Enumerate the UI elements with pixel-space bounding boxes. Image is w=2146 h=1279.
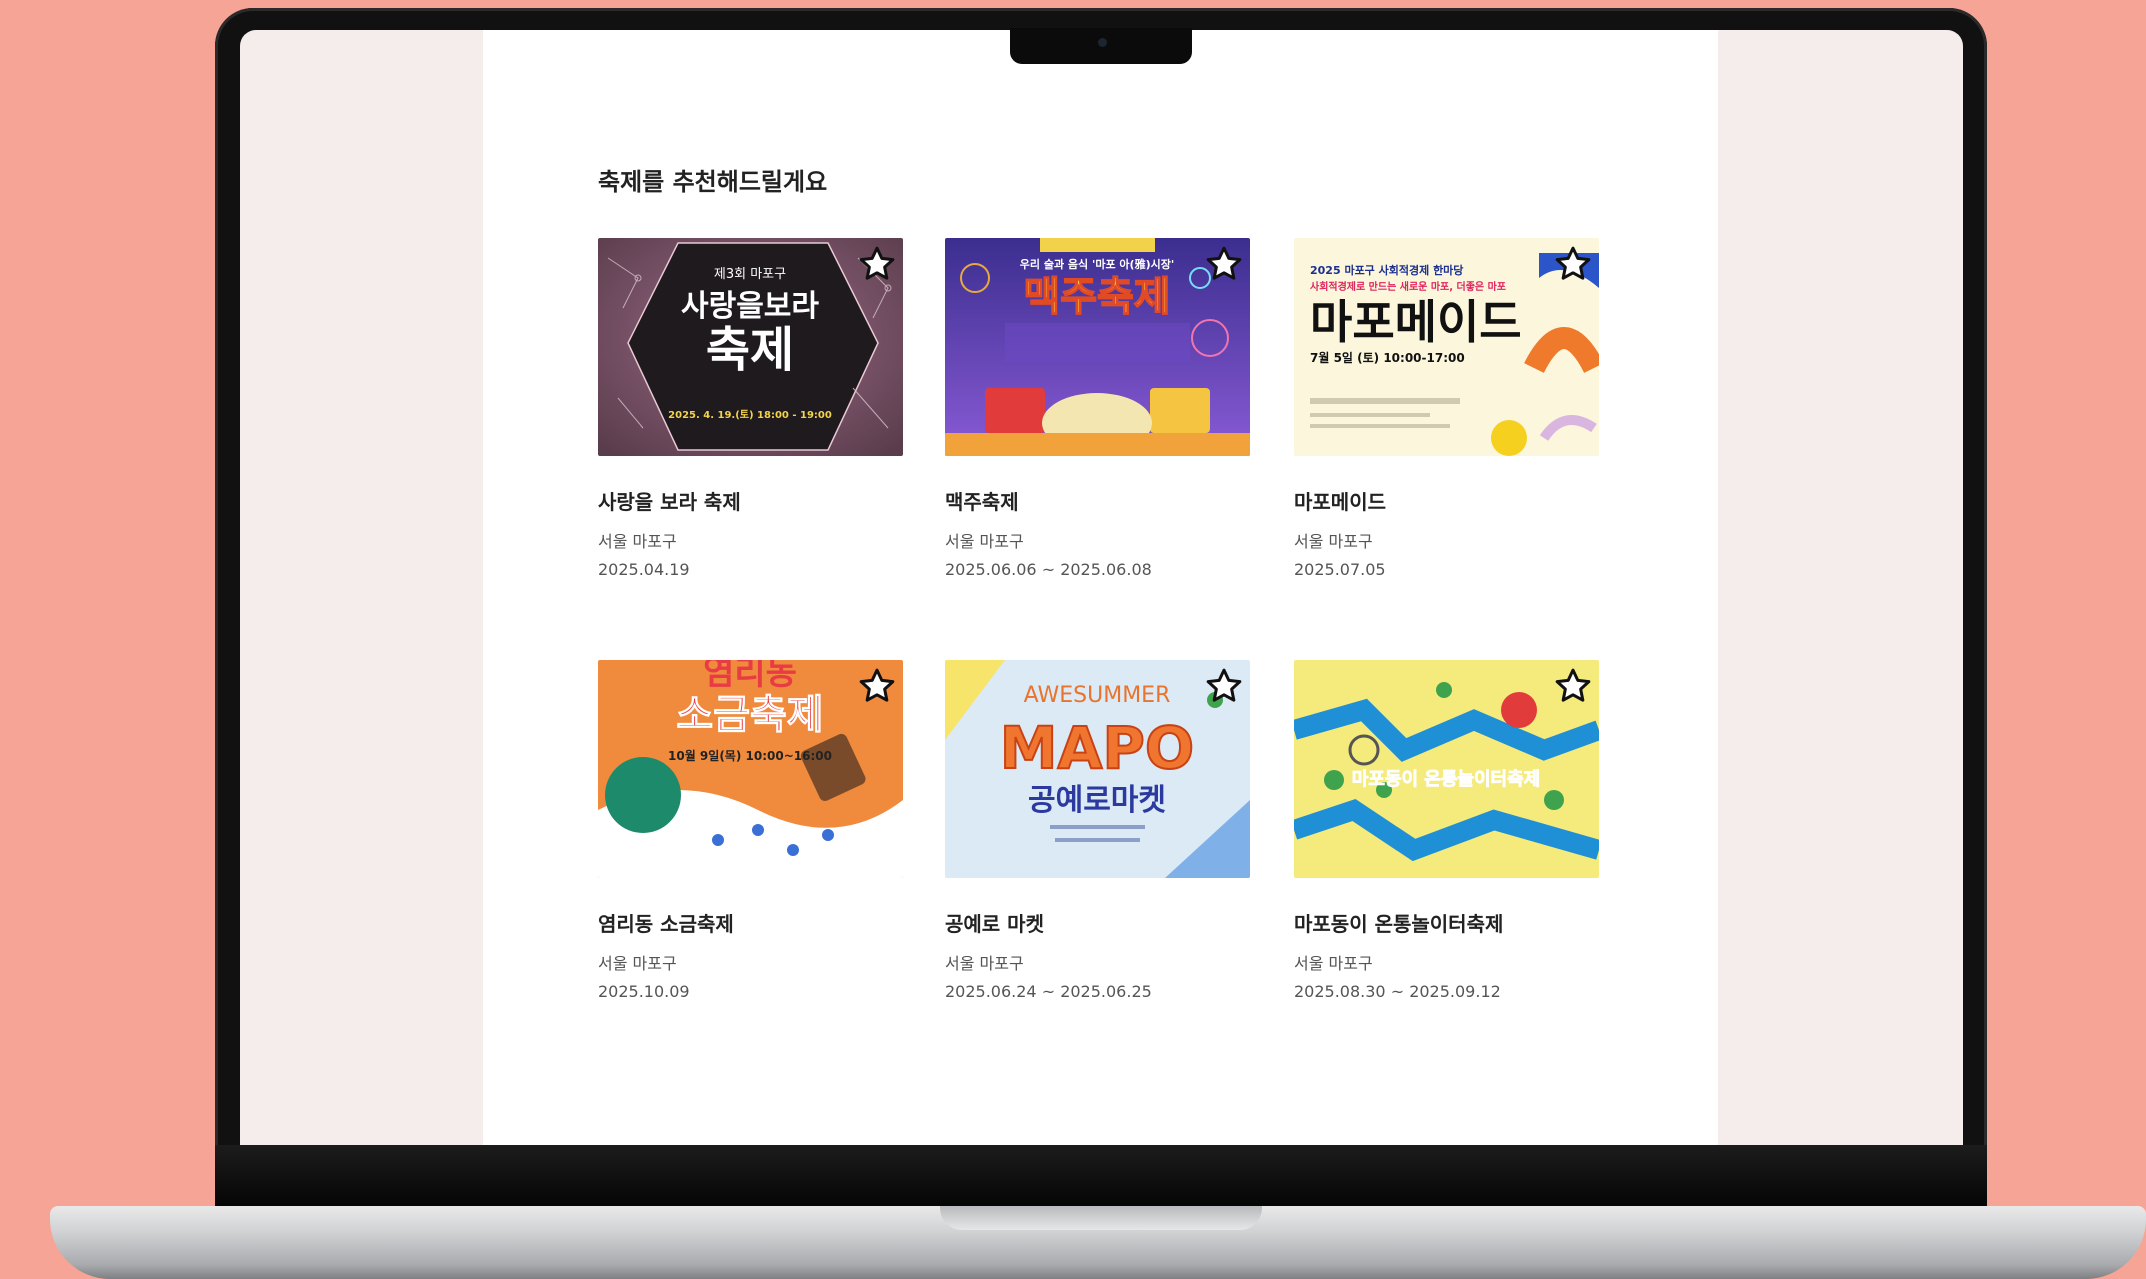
festival-location: 서울 마포구 [945,954,1024,973]
festival-name[interactable]: 공예로 마켓 [945,908,1044,937]
star-outline-icon[interactable] [1204,244,1244,284]
festival-name[interactable]: 맥주축제 [945,486,1019,515]
poster-text: 공예로마켓 [1028,783,1166,818]
festival-name[interactable]: 마포동이 온통놀이터축제 [1294,908,1503,937]
star-outline-icon[interactable] [1553,666,1593,706]
star-outline-icon[interactable] [1204,666,1244,706]
festival-poster[interactable]: AWESUMMER MAPO 공예로마켓 [945,660,1250,878]
poster-text: 마포동이 온통놀이터축제 [1352,769,1540,790]
section-title: 축제를 추천해드릴게요 [598,168,828,196]
star-outline-icon[interactable] [857,244,897,284]
poster-text: 2025 마포구 사회적경제 한마당 [1310,263,1463,277]
festival-card[interactable]: 제3회 마포구 사랑을보라 축제 2025. 4. 19.(토) 18:00 -… [598,238,903,598]
laptop-trackpad-lip [940,1206,1262,1230]
festival-poster[interactable]: 우리 술과 음식 '마포 아(雅)시장' 맥주축제 [945,238,1250,456]
laptop-screen: 축제를 추천해드릴게요 제3회 마포구 사랑을보라 축제 2025. 4. 19… [240,30,1963,1145]
festival-name[interactable]: 염리동 소금축제 [598,908,734,937]
festival-card[interactable]: 우리 술과 음식 '마포 아(雅)시장' 맥주축제 맥주축제 서울 마포구 20… [945,238,1250,598]
festival-date: 2025.10.09 [598,982,690,1001]
laptop-notch [1010,28,1192,64]
festival-name[interactable]: 마포메이드 [1294,486,1386,515]
festival-card[interactable]: AWESUMMER MAPO 공예로마켓 공예로 마켓 서울 마포구 2025.… [945,660,1250,1020]
poster-text: 제3회 마포구 [714,267,786,282]
poster-text: 축제 [706,322,794,378]
star-outline-icon[interactable] [1553,244,1593,284]
poster-text: AWESUMMER [1024,683,1171,708]
festival-location: 서울 마포구 [1294,532,1373,551]
festival-location: 서울 마포구 [598,954,677,973]
camera-icon [1098,38,1107,47]
poster-text: 7월 5일 (토) 10:00-17:00 [1310,350,1465,365]
festival-location: 서울 마포구 [945,532,1024,551]
festival-date: 2025.06.24 ~ 2025.06.25 [945,982,1152,1001]
festival-poster[interactable]: 2025 마포구 사회적경제 한마당 사회적경제로 만드는 새로운 마포, 더좋… [1294,238,1599,456]
poster-text: 사랑을보라 [681,289,819,324]
poster-text: 사회적경제로 만드는 새로운 마포, 더좋은 마포 [1310,280,1506,293]
festival-name[interactable]: 사랑을 보라 축제 [598,486,741,515]
poster-text: 10월 9일(목) 10:00~16:00 [668,748,832,763]
poster-text: 마포메이드 [1310,295,1522,349]
festival-card[interactable]: 마포동이 온통놀이터축제 마포동이 온통놀이터축제 서울 마포구 2025.08… [1294,660,1599,1020]
laptop-bezel-bottom [215,1145,1987,1207]
poster-text: 2025. 4. 19.(토) 18:00 - 19:00 [668,409,832,421]
poster-text: 염리동 [703,660,797,693]
festival-poster[interactable]: 마포동이 온통놀이터축제 [1294,660,1599,878]
festival-location: 서울 마포구 [1294,954,1373,973]
poster-text: MAPO [1000,714,1194,782]
poster-text: 소금축제 [676,692,823,738]
festival-poster[interactable]: 염리동 소금축제 10월 9일(목) 10:00~16:00 [598,660,903,878]
festival-recommendation-page: 축제를 추천해드릴게요 제3회 마포구 사랑을보라 축제 2025. 4. 19… [483,30,1718,1145]
festival-location: 서울 마포구 [598,532,677,551]
festival-card[interactable]: 2025 마포구 사회적경제 한마당 사회적경제로 만드는 새로운 마포, 더좋… [1294,238,1599,598]
festival-card[interactable]: 염리동 소금축제 10월 9일(목) 10:00~16:00 염리동 소금축제 … [598,660,903,1020]
festival-poster[interactable]: 제3회 마포구 사랑을보라 축제 2025. 4. 19.(토) 18:00 -… [598,238,903,456]
festival-date: 2025.07.05 [1294,560,1386,579]
poster-text: 맥주축제 [1023,274,1170,320]
festival-date: 2025.08.30 ~ 2025.09.12 [1294,982,1501,1001]
festival-date: 2025.04.19 [598,560,690,579]
festival-grid: 제3회 마포구 사랑을보라 축제 2025. 4. 19.(토) 18:00 -… [598,238,1599,1038]
festival-date: 2025.06.06 ~ 2025.06.08 [945,560,1152,579]
poster-text: 우리 술과 음식 '마포 아(雅)시장' [1020,257,1174,271]
star-outline-icon[interactable] [857,666,897,706]
